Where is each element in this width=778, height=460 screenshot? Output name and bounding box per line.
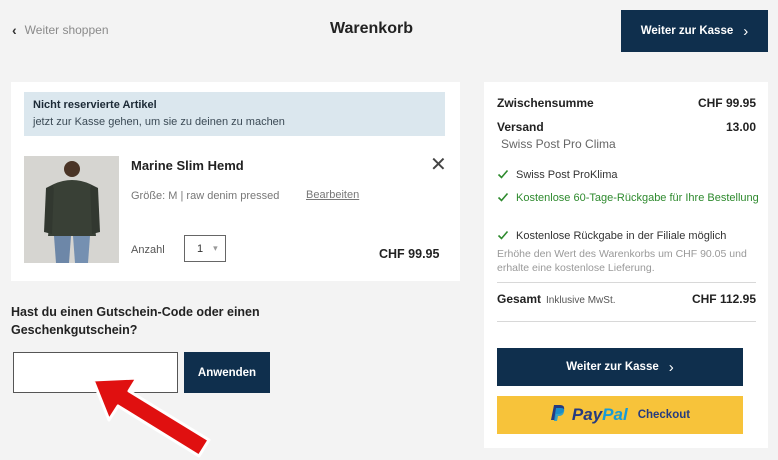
quantity-label: Anzahl <box>131 244 165 256</box>
shipping-row: Versand 13.00 <box>497 120 756 134</box>
product-meta: Größe: M | raw denim pressed <box>131 190 280 202</box>
quantity-value: 1 <box>197 242 204 255</box>
subtotal-row: Zwischensumme CHF 99.95 <box>497 96 756 110</box>
edit-link[interactable]: Bearbeiten <box>306 189 359 201</box>
notice-title: Nicht reservierte Artikel <box>33 99 157 111</box>
divider <box>497 321 756 322</box>
chevron-right-icon: › <box>668 358 674 376</box>
paypal-wordmark-pay: Pay <box>571 405 603 424</box>
shipping-label: Versand <box>497 120 544 134</box>
benefit-text: Swiss Post ProKlima <box>516 169 618 181</box>
check-icon <box>497 191 509 208</box>
chevron-right-icon: › <box>743 22 749 40</box>
reservation-notice: Nicht reservierte Artikel jetzt zur Kass… <box>24 92 445 136</box>
checkout-label: Weiter zur Kasse <box>566 361 659 373</box>
subtotal-value: CHF 99.95 <box>697 96 756 110</box>
benefit-text: Kostenlose 60-Tage-Rückgabe für Ihre Bes… <box>516 192 759 204</box>
notice-text: jetzt zur Kasse gehen, um sie zu deinen … <box>33 116 285 128</box>
chevron-down-icon: ▾ <box>213 243 218 253</box>
benefit-text: Kostenlose Rückgabe in der Filiale mögli… <box>516 230 727 242</box>
checkout-button-top[interactable]: Weiter zur Kasse › <box>621 10 768 52</box>
close-icon[interactable]: ✕ <box>430 152 447 177</box>
total-label: Gesamt <box>497 292 542 306</box>
red-arrow-annotation <box>91 376 211 458</box>
check-icon <box>497 229 509 246</box>
benefit-item: Kostenlose Rückgabe in der Filiale mögli… <box>497 229 759 246</box>
divider <box>497 282 756 283</box>
check-icon <box>497 168 509 185</box>
total-value: CHF 112.95 <box>691 292 756 306</box>
quantity-select[interactable]: 1 ▾ <box>184 235 226 262</box>
checkout-label: Weiter zur Kasse <box>640 25 734 37</box>
free-shipping-note: Erhöhe den Wert des Warenkorbs um CHF 90… <box>497 248 747 274</box>
paypal-checkout-button[interactable]: PayPal Checkout <box>497 396 743 434</box>
total-tax-note: Inklusive MwSt. <box>546 295 616 306</box>
benefit-item: Kostenlose 60-Tage-Rückgabe für Ihre Bes… <box>497 191 759 208</box>
paypal-checkout-label: Checkout <box>637 409 691 421</box>
subtotal-label: Zwischensumme <box>497 96 594 110</box>
paypal-logo-icon <box>550 404 566 427</box>
paypal-wordmark-pal: Pal <box>602 405 628 424</box>
cart-card: Nicht reservierte Artikel jetzt zur Kass… <box>11 82 460 281</box>
order-summary: Zwischensumme CHF 99.95 Versand 13.00 Sw… <box>484 82 768 448</box>
shipping-method: Swiss Post Pro Clima <box>501 137 616 151</box>
checkout-button[interactable]: Weiter zur Kasse › <box>497 348 743 386</box>
product-name[interactable]: Marine Slim Hemd <box>131 158 244 173</box>
item-price: CHF 99.95 <box>379 247 440 261</box>
voucher-heading: Hast du einen Gutschein-Code oder einen … <box>11 305 260 337</box>
shipping-value: 13.00 <box>725 120 756 134</box>
product-image[interactable] <box>24 156 119 263</box>
benefit-item: Swiss Post ProKlima <box>497 168 759 185</box>
total-row: Gesamt Inklusive MwSt. CHF 112.95 <box>497 292 756 306</box>
